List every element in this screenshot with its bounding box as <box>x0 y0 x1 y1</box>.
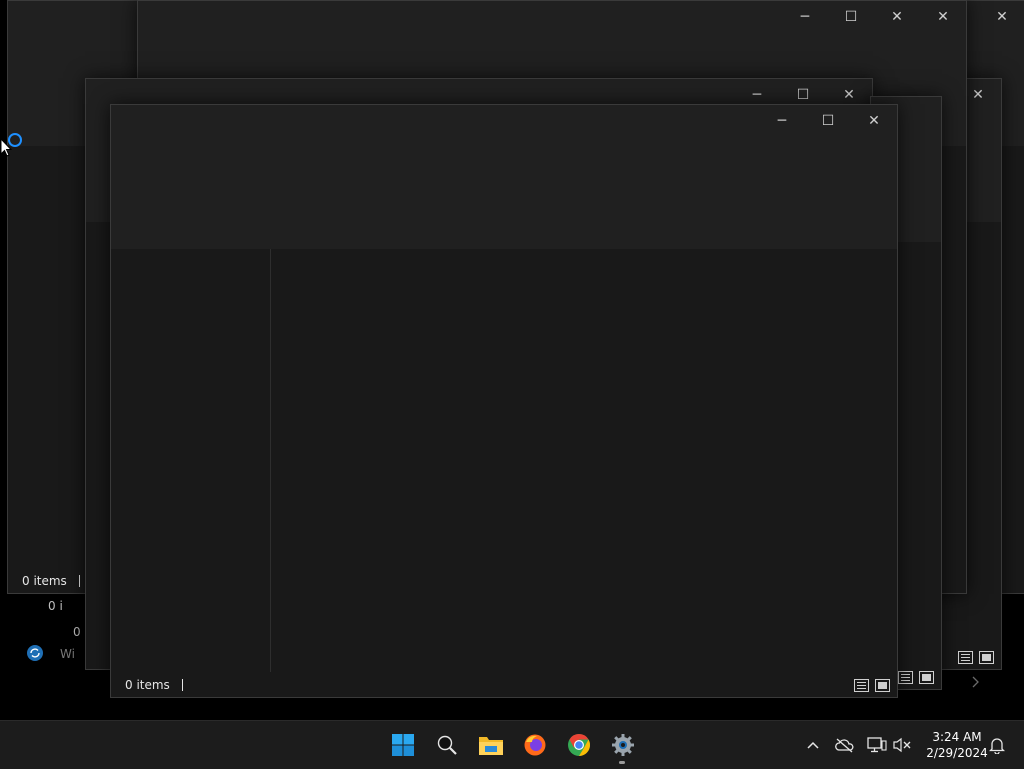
peek-label: Wi <box>60 647 75 661</box>
caption-buttons: ✕ <box>979 1 1024 33</box>
details-view-icon[interactable] <box>957 649 974 666</box>
windows-logo-icon <box>392 734 414 756</box>
details-view-icon[interactable] <box>897 669 914 686</box>
file-explorer-button[interactable] <box>475 729 507 761</box>
minimize-button[interactable]: ─ <box>759 105 805 137</box>
close-button[interactable]: ✕ <box>851 105 897 137</box>
status-separator <box>181 679 183 691</box>
close-button[interactable]: ✕ <box>979 1 1024 33</box>
network-monitor-icon <box>867 737 887 753</box>
caption-buttons: ─ ☐ ✕ ✕ <box>782 1 966 33</box>
content-pane[interactable] <box>271 249 897 672</box>
status-separator <box>78 575 80 587</box>
onedrive-tray-icon[interactable] <box>833 733 857 757</box>
show-hidden-icons-button[interactable] <box>801 733 825 757</box>
item-count: 0 items <box>22 574 67 588</box>
gear-icon <box>612 734 634 756</box>
close-button[interactable]: ✕ <box>874 1 920 33</box>
sync-icon <box>26 644 44 662</box>
view-buttons <box>957 649 995 666</box>
view-buttons <box>853 677 891 694</box>
desktop: 0 items ✕ ✕ ─ ☐ ✕ ✕ 0 i 0 i Wi ─ ☐ ✕ ─ ☐… <box>0 0 1024 720</box>
chevron-up-icon <box>807 741 819 749</box>
chrome-icon <box>568 734 590 756</box>
chrome-button[interactable] <box>563 729 595 761</box>
search-button[interactable] <box>431 729 463 761</box>
item-count: 0 items <box>125 678 170 692</box>
explorer-window-front[interactable]: ─ ☐ ✕ 0 items <box>110 104 898 698</box>
tiles-view-icon[interactable] <box>978 649 995 666</box>
notifications-button[interactable] <box>985 733 1009 757</box>
tiles-view-icon[interactable] <box>874 677 891 694</box>
bell-icon <box>989 738 1005 754</box>
caption-buttons: ─ ☐ ✕ <box>759 105 897 137</box>
close-button-2[interactable]: ✕ <box>920 1 966 33</box>
running-indicator <box>619 761 625 764</box>
folder-icon <box>479 737 503 755</box>
peek-item-count-1: 0 i <box>48 599 63 613</box>
settings-button[interactable] <box>607 729 639 761</box>
search-icon <box>437 735 457 755</box>
status-bar: 0 items <box>111 673 897 697</box>
maximize-button[interactable]: ☐ <box>828 1 874 33</box>
network-tray-icon[interactable] <box>865 733 889 757</box>
volume-tray-icon[interactable] <box>890 733 914 757</box>
maximize-button[interactable]: ☐ <box>805 105 851 137</box>
taskbar: 3:24 AM 2/29/2024 <box>0 720 1024 769</box>
view-buttons <box>897 669 935 686</box>
speaker-muted-icon <box>893 737 911 753</box>
firefox-button[interactable] <box>519 729 551 761</box>
firefox-icon <box>524 734 546 756</box>
chevron-right-icon[interactable] <box>968 674 982 690</box>
cloud-offline-icon <box>835 738 854 753</box>
tiles-view-icon[interactable] <box>918 669 935 686</box>
details-view-icon[interactable] <box>853 677 870 694</box>
navigation-pane[interactable] <box>111 249 270 672</box>
minimize-button[interactable]: ─ <box>782 1 828 33</box>
start-button[interactable] <box>387 729 419 761</box>
busy-spinner-icon <box>8 133 22 147</box>
